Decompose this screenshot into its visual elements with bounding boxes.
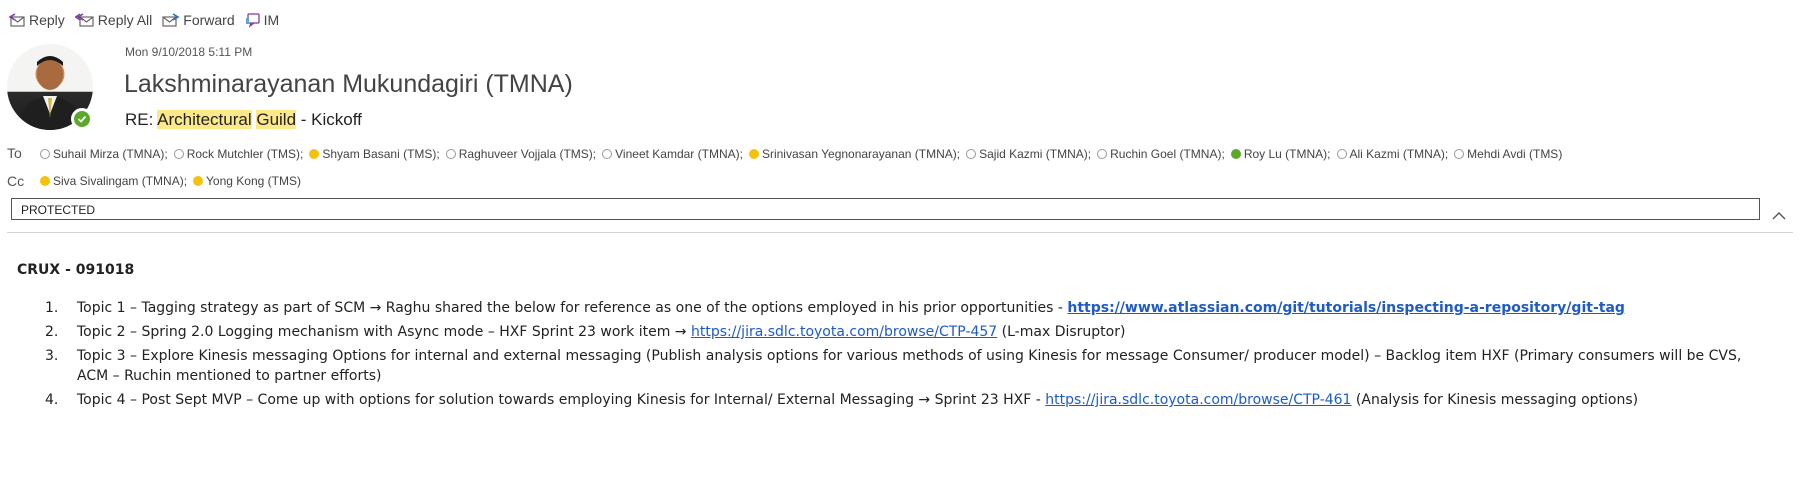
topic-item: 1. Topic 1 – Tagging strategy as part of … xyxy=(17,298,1777,318)
presence-offline-icon xyxy=(1097,149,1108,159)
subject-highlight-guild: Guild xyxy=(256,110,297,129)
recipient-name: Rock Mutchler (TMS); xyxy=(186,147,304,161)
forward-button[interactable]: Forward xyxy=(162,12,235,28)
topic-item: 2. Topic 2 – Spring 2.0 Logging mechanism… xyxy=(17,322,1777,342)
recipient-name: Sajid Kazmi (TMNA); xyxy=(979,147,1092,161)
classification-banner: PROTECTED xyxy=(11,198,1760,220)
presence-offline-icon xyxy=(1454,149,1465,159)
topic-text-main: Topic 3 – Explore Kinesis messaging Opti… xyxy=(77,348,1742,384)
recipient-cc-0[interactable]: Siva Sivalingam (TMNA); xyxy=(40,174,187,188)
recipient-to-2[interactable]: Shyam Basani (TMS); xyxy=(309,147,440,161)
message-body: CRUX - 091018 1. Topic 1 – Tagging strate… xyxy=(17,262,1777,414)
reply-all-button[interactable]: Reply All xyxy=(74,12,153,28)
body-title: CRUX - 091018 xyxy=(17,262,135,278)
reply-label: Reply xyxy=(29,12,65,28)
presence-offline-icon xyxy=(966,149,977,159)
topic-number: 2. xyxy=(45,324,59,340)
recipient-name: Ali Kazmi (TMNA); xyxy=(1349,147,1449,161)
message-date: Mon 9/10/2018 5:11 PM xyxy=(125,45,253,59)
recipient-to-10[interactable]: Mehdi Avdi (TMS) xyxy=(1454,147,1562,161)
topic-item: 4. Topic 4 – Post Sept MVP – Come up with… xyxy=(17,390,1777,410)
recipient-name: Ruchin Goel (TMNA); xyxy=(1110,147,1225,161)
topic-text-main: Topic 4 – Post Sept MVP – Come up with o… xyxy=(77,392,1046,408)
topic-item: 3. Topic 3 – Explore Kinesis messaging Op… xyxy=(17,346,1777,386)
recipient-to-3[interactable]: Raghuveer Vojjala (TMS); xyxy=(445,147,597,161)
topic-text-after: (Analysis for Kinesis messaging options) xyxy=(1351,392,1639,408)
cc-label: Cc xyxy=(7,173,25,189)
reply-button[interactable]: Reply xyxy=(8,12,65,28)
recipient-name: Mehdi Avdi (TMS) xyxy=(1467,147,1563,161)
recipient-to-8[interactable]: Roy Lu (TMNA); xyxy=(1230,147,1331,161)
recipient-to-5[interactable]: Srinivasan Yegnonarayanan (TMNA); xyxy=(748,147,961,161)
reply-icon xyxy=(8,13,25,27)
topic-text-after: (L-max Disruptor) xyxy=(997,324,1126,340)
subject-suffix: - Kickoff xyxy=(296,110,362,129)
topic-link[interactable]: https://jira.sdlc.toyota.com/browse/CTP-… xyxy=(691,324,997,340)
topic-link[interactable]: https://www.atlassian.com/git/tutorials/… xyxy=(1067,300,1625,316)
recipient-to-9[interactable]: Ali Kazmi (TMNA); xyxy=(1336,147,1449,161)
topic-link[interactable]: https://jira.sdlc.toyota.com/browse/CTP-… xyxy=(1045,392,1351,408)
presence-away-icon xyxy=(748,149,759,159)
presence-away-icon xyxy=(193,176,204,186)
recipient-name: Roy Lu (TMNA); xyxy=(1243,147,1331,161)
topic-text: Topic 2 – Spring 2.0 Logging mechanism w… xyxy=(77,322,1777,342)
presence-offline-icon xyxy=(173,149,184,159)
forward-label: Forward xyxy=(183,12,235,28)
presence-available-icon xyxy=(1230,149,1241,159)
im-label: IM xyxy=(263,12,280,28)
message-subject: RE: Architectural Guild - Kickoff xyxy=(125,110,362,130)
topic-number: 3. xyxy=(45,348,59,364)
topic-text: Topic 3 – Explore Kinesis messaging Opti… xyxy=(77,346,1777,386)
chevron-up-icon xyxy=(1772,212,1786,220)
subject-highlight-architectural: Architectural xyxy=(157,110,252,129)
presence-away-icon xyxy=(309,149,320,159)
topic-text: Topic 4 – Post Sept MVP – Come up with o… xyxy=(77,390,1777,410)
collapse-header-button[interactable] xyxy=(1772,208,1786,220)
recipient-name: Yong Kong (TMS) xyxy=(206,174,301,188)
presence-offline-icon xyxy=(602,149,613,159)
recipient-name: Srinivasan Yegnonarayanan (TMNA); xyxy=(761,147,961,161)
topic-number: 4. xyxy=(45,392,59,408)
recipient-to-4[interactable]: Vineet Kamdar (TMNA); xyxy=(602,147,743,161)
recipient-name: Suhail Mirza (TMNA); xyxy=(53,147,168,161)
topic-text-main: Topic 1 – Tagging strategy as part of SC… xyxy=(77,300,1068,316)
topic-number: 1. xyxy=(45,300,59,316)
recipient-cc-1[interactable]: Yong Kong (TMS) xyxy=(193,174,301,188)
presence-available-icon xyxy=(71,108,93,130)
subject-prefix: RE: xyxy=(125,110,158,129)
presence-offline-icon xyxy=(445,149,456,159)
topic-text: Topic 1 – Tagging strategy as part of SC… xyxy=(77,298,1777,318)
topic-text-main: Topic 2 – Spring 2.0 Logging mechanism w… xyxy=(77,324,691,340)
recipient-to-7[interactable]: Ruchin Goel (TMNA); xyxy=(1097,147,1225,161)
presence-offline-icon xyxy=(40,149,50,159)
im-button[interactable]: IM xyxy=(245,12,280,28)
sender-name[interactable]: Lakshminarayanan Mukundagiri (TMNA) xyxy=(124,70,573,99)
recipient-name: Shyam Basani (TMS); xyxy=(322,147,440,161)
to-recipients: Suhail Mirza (TMNA); Rock Mutchler (TMS);… xyxy=(40,147,1568,161)
recipient-name: Siva Sivalingam (TMNA); xyxy=(53,174,188,188)
reply-all-icon xyxy=(74,13,94,27)
recipient-name: Raghuveer Vojjala (TMS); xyxy=(458,147,597,161)
sender-avatar[interactable] xyxy=(7,44,93,130)
forward-icon xyxy=(162,13,180,27)
reply-all-label: Reply All xyxy=(97,12,153,28)
recipient-to-0[interactable]: Suhail Mirza (TMNA); xyxy=(40,147,168,161)
presence-away-icon xyxy=(40,176,50,186)
classification-label: PROTECTED xyxy=(21,203,96,217)
im-icon xyxy=(245,13,260,28)
recipient-name: Vineet Kamdar (TMNA); xyxy=(615,147,743,161)
topic-list: 1. Topic 1 – Tagging strategy as part of … xyxy=(17,298,1777,410)
header-divider xyxy=(7,232,1793,233)
cc-recipients: Siva Sivalingam (TMNA); Yong Kong (TMS) xyxy=(40,174,307,188)
to-label: To xyxy=(7,145,22,161)
reading-pane-toolbar: Reply Reply All Forward IM xyxy=(8,12,279,28)
recipient-to-1[interactable]: Rock Mutchler (TMS); xyxy=(173,147,304,161)
presence-offline-icon xyxy=(1336,149,1347,159)
recipient-to-6[interactable]: Sajid Kazmi (TMNA); xyxy=(966,147,1091,161)
